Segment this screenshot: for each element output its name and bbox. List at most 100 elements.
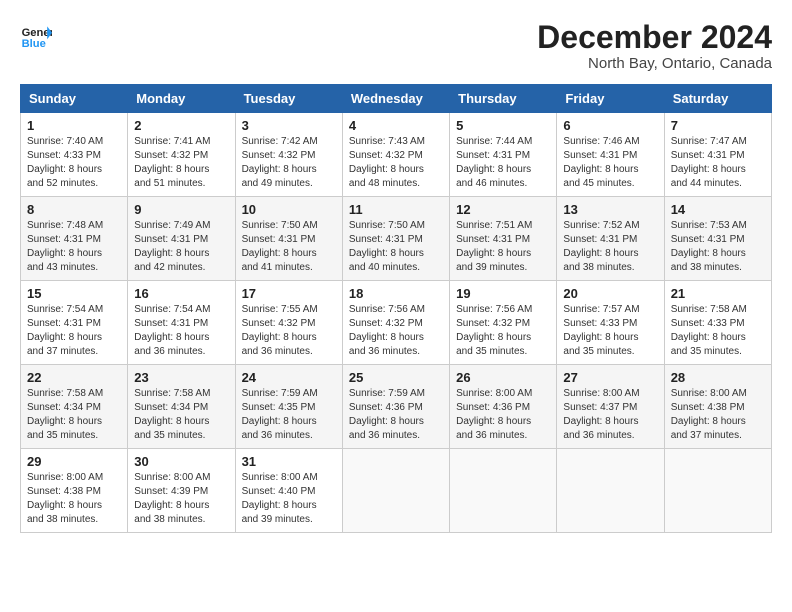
day-cell: 25 Sunrise: 7:59 AMSunset: 4:36 PMDaylig… [342, 365, 449, 449]
day-cell: 6 Sunrise: 7:46 AMSunset: 4:31 PMDayligh… [557, 113, 664, 197]
day-number: 30 [134, 454, 228, 469]
day-cell: 22 Sunrise: 7:58 AMSunset: 4:34 PMDaylig… [21, 365, 128, 449]
day-number: 13 [563, 202, 657, 217]
week-row-4: 22 Sunrise: 7:58 AMSunset: 4:34 PMDaylig… [21, 365, 772, 449]
day-number: 19 [456, 286, 550, 301]
week-row-5: 29 Sunrise: 8:00 AMSunset: 4:38 PMDaylig… [21, 449, 772, 533]
day-info: Sunrise: 7:41 AMSunset: 4:32 PMDaylight:… [134, 135, 228, 191]
header-cell-wednesday: Wednesday [342, 85, 449, 113]
week-row-1: 1 Sunrise: 7:40 AMSunset: 4:33 PMDayligh… [21, 113, 772, 197]
calendar-header: SundayMondayTuesdayWednesdayThursdayFrid… [21, 85, 772, 113]
day-info: Sunrise: 7:42 AMSunset: 4:32 PMDaylight:… [242, 135, 336, 191]
day-number: 21 [671, 286, 765, 301]
day-number: 22 [27, 370, 121, 385]
day-cell: 24 Sunrise: 7:59 AMSunset: 4:35 PMDaylig… [235, 365, 342, 449]
day-number: 4 [349, 118, 443, 133]
day-number: 7 [671, 118, 765, 133]
day-cell [342, 449, 449, 533]
day-cell: 16 Sunrise: 7:54 AMSunset: 4:31 PMDaylig… [128, 281, 235, 365]
day-info: Sunrise: 7:44 AMSunset: 4:31 PMDaylight:… [456, 135, 550, 191]
day-info: Sunrise: 7:59 AMSunset: 4:35 PMDaylight:… [242, 387, 336, 443]
calendar-table: SundayMondayTuesdayWednesdayThursdayFrid… [20, 84, 772, 533]
day-info: Sunrise: 7:56 AMSunset: 4:32 PMDaylight:… [456, 303, 550, 359]
day-cell: 29 Sunrise: 8:00 AMSunset: 4:38 PMDaylig… [21, 449, 128, 533]
day-info: Sunrise: 7:57 AMSunset: 4:33 PMDaylight:… [563, 303, 657, 359]
day-number: 24 [242, 370, 336, 385]
day-info: Sunrise: 7:58 AMSunset: 4:34 PMDaylight:… [134, 387, 228, 443]
day-info: Sunrise: 7:43 AMSunset: 4:32 PMDaylight:… [349, 135, 443, 191]
day-cell: 28 Sunrise: 8:00 AMSunset: 4:38 PMDaylig… [664, 365, 771, 449]
header-cell-saturday: Saturday [664, 85, 771, 113]
day-info: Sunrise: 7:54 AMSunset: 4:31 PMDaylight:… [27, 303, 121, 359]
day-info: Sunrise: 7:53 AMSunset: 4:31 PMDaylight:… [671, 219, 765, 275]
header-cell-tuesday: Tuesday [235, 85, 342, 113]
day-info: Sunrise: 8:00 AMSunset: 4:40 PMDaylight:… [242, 471, 336, 527]
header-cell-monday: Monday [128, 85, 235, 113]
header-row: SundayMondayTuesdayWednesdayThursdayFrid… [21, 85, 772, 113]
day-number: 14 [671, 202, 765, 217]
day-info: Sunrise: 8:00 AMSunset: 4:36 PMDaylight:… [456, 387, 550, 443]
day-number: 23 [134, 370, 228, 385]
day-cell: 7 Sunrise: 7:47 AMSunset: 4:31 PMDayligh… [664, 113, 771, 197]
day-number: 26 [456, 370, 550, 385]
day-info: Sunrise: 7:56 AMSunset: 4:32 PMDaylight:… [349, 303, 443, 359]
day-info: Sunrise: 7:58 AMSunset: 4:33 PMDaylight:… [671, 303, 765, 359]
calendar-body: 1 Sunrise: 7:40 AMSunset: 4:33 PMDayligh… [21, 113, 772, 533]
day-cell [450, 449, 557, 533]
day-number: 31 [242, 454, 336, 469]
week-row-2: 8 Sunrise: 7:48 AMSunset: 4:31 PMDayligh… [21, 197, 772, 281]
day-cell: 31 Sunrise: 8:00 AMSunset: 4:40 PMDaylig… [235, 449, 342, 533]
day-info: Sunrise: 7:58 AMSunset: 4:34 PMDaylight:… [27, 387, 121, 443]
day-number: 2 [134, 118, 228, 133]
day-number: 17 [242, 286, 336, 301]
day-cell: 11 Sunrise: 7:50 AMSunset: 4:31 PMDaylig… [342, 197, 449, 281]
day-info: Sunrise: 7:40 AMSunset: 4:33 PMDaylight:… [27, 135, 121, 191]
day-cell: 19 Sunrise: 7:56 AMSunset: 4:32 PMDaylig… [450, 281, 557, 365]
day-cell: 23 Sunrise: 7:58 AMSunset: 4:34 PMDaylig… [128, 365, 235, 449]
day-number: 5 [456, 118, 550, 133]
day-info: Sunrise: 8:00 AMSunset: 4:38 PMDaylight:… [671, 387, 765, 443]
day-cell: 4 Sunrise: 7:43 AMSunset: 4:32 PMDayligh… [342, 113, 449, 197]
day-number: 29 [27, 454, 121, 469]
day-info: Sunrise: 7:47 AMSunset: 4:31 PMDaylight:… [671, 135, 765, 191]
day-info: Sunrise: 8:00 AMSunset: 4:37 PMDaylight:… [563, 387, 657, 443]
day-cell: 21 Sunrise: 7:58 AMSunset: 4:33 PMDaylig… [664, 281, 771, 365]
calendar-title: December 2024 [537, 20, 772, 55]
day-number: 25 [349, 370, 443, 385]
header-cell-sunday: Sunday [21, 85, 128, 113]
logo-icon: General Blue [20, 20, 52, 52]
logo: General Blue [20, 20, 52, 52]
day-cell [664, 449, 771, 533]
day-info: Sunrise: 7:50 AMSunset: 4:31 PMDaylight:… [349, 219, 443, 275]
day-number: 9 [134, 202, 228, 217]
day-cell: 27 Sunrise: 8:00 AMSunset: 4:37 PMDaylig… [557, 365, 664, 449]
day-info: Sunrise: 7:52 AMSunset: 4:31 PMDaylight:… [563, 219, 657, 275]
day-info: Sunrise: 7:55 AMSunset: 4:32 PMDaylight:… [242, 303, 336, 359]
day-cell: 10 Sunrise: 7:50 AMSunset: 4:31 PMDaylig… [235, 197, 342, 281]
day-number: 15 [27, 286, 121, 301]
day-info: Sunrise: 8:00 AMSunset: 4:39 PMDaylight:… [134, 471, 228, 527]
header-cell-friday: Friday [557, 85, 664, 113]
day-info: Sunrise: 7:59 AMSunset: 4:36 PMDaylight:… [349, 387, 443, 443]
day-number: 8 [27, 202, 121, 217]
week-row-3: 15 Sunrise: 7:54 AMSunset: 4:31 PMDaylig… [21, 281, 772, 365]
day-number: 18 [349, 286, 443, 301]
day-cell: 17 Sunrise: 7:55 AMSunset: 4:32 PMDaylig… [235, 281, 342, 365]
day-cell: 12 Sunrise: 7:51 AMSunset: 4:31 PMDaylig… [450, 197, 557, 281]
day-cell: 30 Sunrise: 8:00 AMSunset: 4:39 PMDaylig… [128, 449, 235, 533]
day-number: 1 [27, 118, 121, 133]
day-info: Sunrise: 7:51 AMSunset: 4:31 PMDaylight:… [456, 219, 550, 275]
calendar-subtitle: North Bay, Ontario, Canada [537, 55, 772, 72]
day-number: 11 [349, 202, 443, 217]
day-number: 28 [671, 370, 765, 385]
day-cell: 5 Sunrise: 7:44 AMSunset: 4:31 PMDayligh… [450, 113, 557, 197]
day-number: 3 [242, 118, 336, 133]
day-cell: 26 Sunrise: 8:00 AMSunset: 4:36 PMDaylig… [450, 365, 557, 449]
day-cell: 18 Sunrise: 7:56 AMSunset: 4:32 PMDaylig… [342, 281, 449, 365]
day-info: Sunrise: 7:46 AMSunset: 4:31 PMDaylight:… [563, 135, 657, 191]
title-area: December 2024 North Bay, Ontario, Canada [537, 20, 772, 72]
day-cell: 2 Sunrise: 7:41 AMSunset: 4:32 PMDayligh… [128, 113, 235, 197]
day-cell: 3 Sunrise: 7:42 AMSunset: 4:32 PMDayligh… [235, 113, 342, 197]
day-cell: 13 Sunrise: 7:52 AMSunset: 4:31 PMDaylig… [557, 197, 664, 281]
day-info: Sunrise: 7:50 AMSunset: 4:31 PMDaylight:… [242, 219, 336, 275]
